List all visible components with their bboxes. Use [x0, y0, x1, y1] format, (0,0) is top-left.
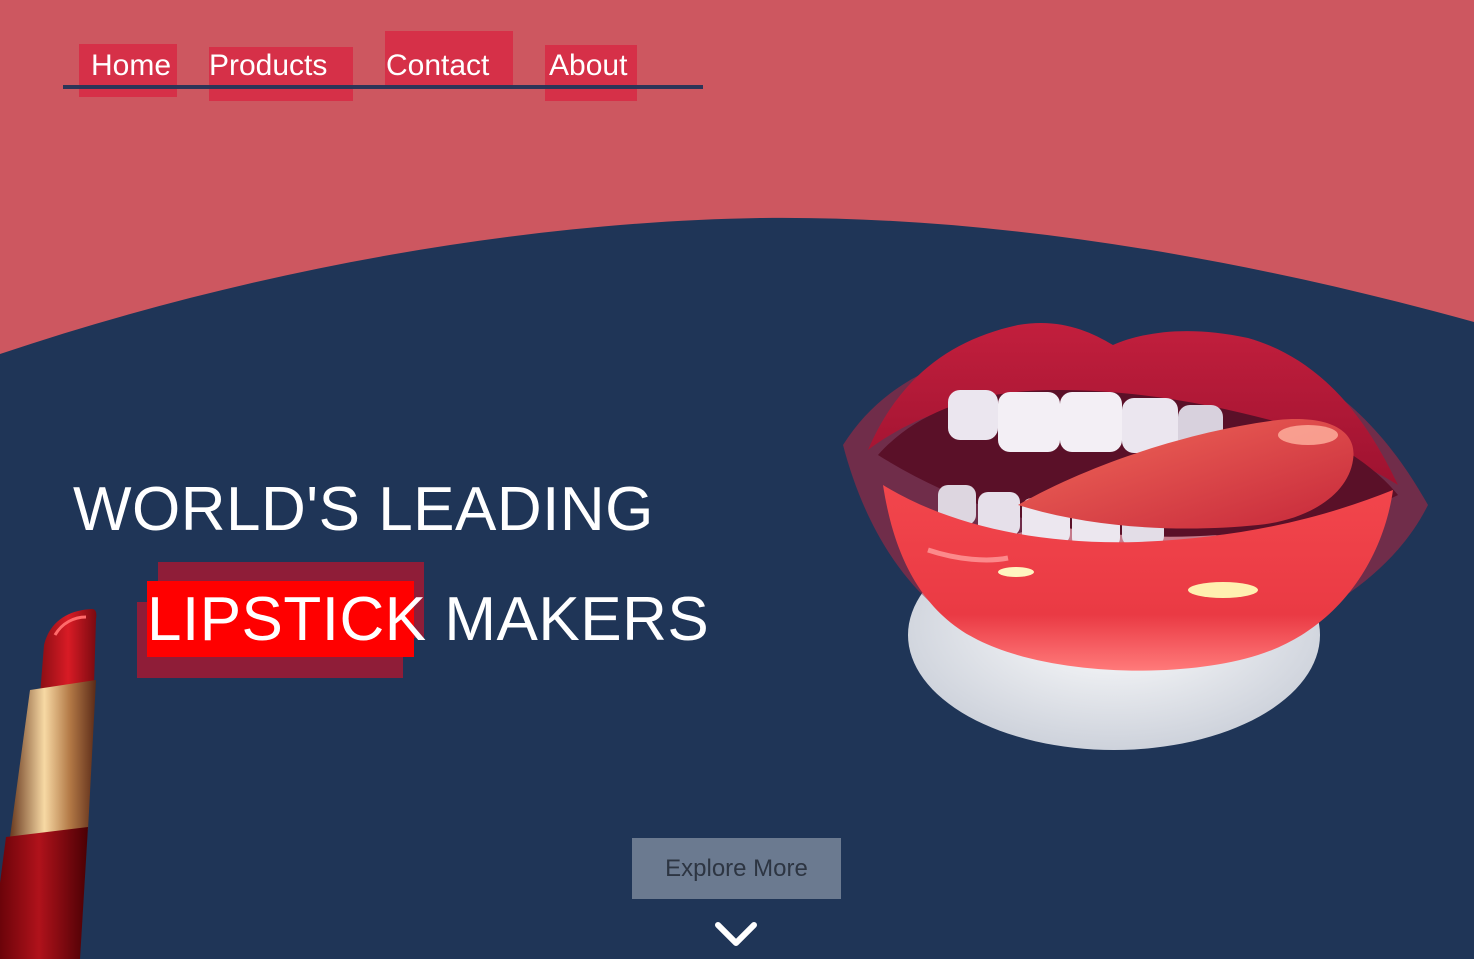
- lipstick-illustration: [0, 609, 97, 959]
- explore-more-button[interactable]: Explore More: [632, 838, 841, 899]
- nav-underline: [63, 85, 703, 89]
- nav-link-contact[interactable]: Contact: [386, 48, 489, 84]
- chevron-down-icon[interactable]: [712, 915, 760, 955]
- hero-headline-line1: WORLD'S LEADING: [73, 475, 654, 544]
- headline-rest-text: MAKERS: [426, 585, 710, 654]
- headline-highlight-word: LIPSTICK: [147, 585, 427, 654]
- nav-link-home[interactable]: Home: [91, 48, 171, 84]
- landing-page: Home Products Contact About WORLD'S LEAD…: [0, 0, 1474, 959]
- main-nav: Home Products Contact About: [0, 0, 760, 110]
- lips-illustration: [843, 322, 1428, 750]
- nav-link-about[interactable]: About: [549, 48, 627, 84]
- hero-headline-line2: LIPSTICK MAKERS: [147, 582, 709, 658]
- nav-link-products[interactable]: Products: [209, 48, 327, 84]
